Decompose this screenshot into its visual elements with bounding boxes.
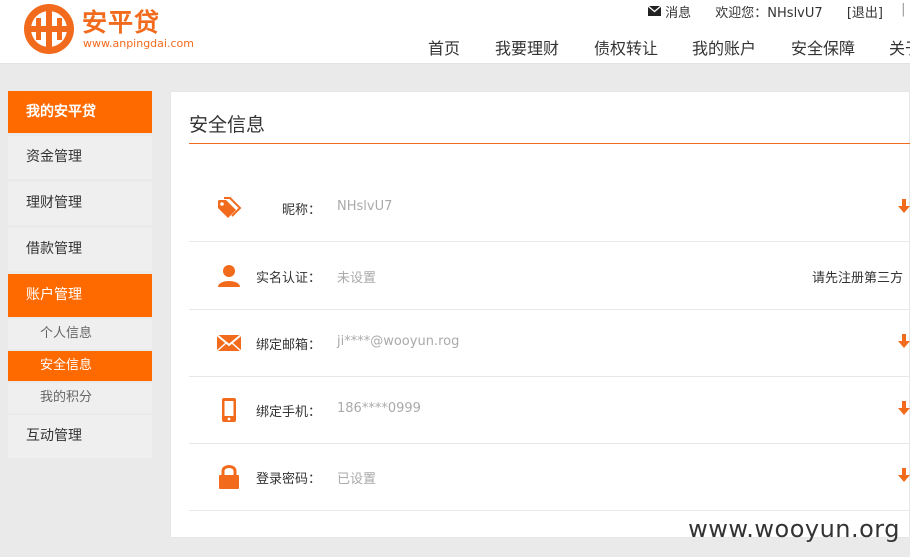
row-phone: 绑定手机： 186****0999 [189,377,910,444]
row-nickname: 昵称： NHslvU7 [189,175,910,242]
sidebar-item-interaction[interactable]: 互动管理 [8,415,152,458]
logout-link[interactable]: [退出] [847,2,883,21]
arrow-down-icon[interactable] [897,399,910,417]
logo-title: 安平贷 [82,8,161,37]
email-value: ji****@wooyun.rog [337,334,460,349]
sidebar-sub-security-info[interactable]: 安全信息 [8,351,152,381]
lock-icon [219,465,239,489]
sidebar-heading[interactable]: 我的安平贷 [8,91,152,133]
sidebar-item-funds[interactable]: 资金管理 [8,136,152,179]
top-bar: 消息 欢迎您：NHslvU7 [退出] | 帮 [648,2,910,21]
envelope-icon[interactable] [648,6,661,16]
row-password: 登录密码： 已设置 [189,444,910,511]
watermark: www.wooyun.org [688,515,900,543]
register-third-party-link[interactable]: 请先注册第三方 [812,267,903,286]
sidebar: 我的安平贷 资金管理 理财管理 借款管理 账户管理 个人信息 安全信息 我的积分… [8,91,152,461]
topbar-separator: | [901,2,906,17]
row-label: 登录密码： [255,472,321,487]
title-divider [189,143,910,144]
phone-value: 186****0999 [337,401,421,416]
welcome-text: 欢迎您：NHslvU7 [715,6,823,21]
nav-about[interactable]: 关于 [889,35,910,59]
page-title: 安全信息 [189,114,266,136]
nav-debt-transfer[interactable]: 债权转让 [594,35,658,59]
nav-my-account[interactable]: 我的账户 [692,35,756,59]
nav-invest[interactable]: 我要理财 [495,35,559,59]
mail-icon [216,334,242,352]
tag-icon [218,197,242,218]
main-nav: 首页 我要理财 债权转让 我的账户 安全保障 关于 [0,35,910,59]
sidebar-sub-personal-info[interactable]: 个人信息 [8,319,152,349]
sidebar-item-account[interactable]: 账户管理 [8,274,152,317]
arrow-down-icon[interactable] [897,332,910,350]
row-email: 绑定邮箱： ji****@wooyun.rog [189,310,910,377]
sidebar-item-loans[interactable]: 借款管理 [8,228,152,271]
nickname-value: NHslvU7 [337,199,393,214]
site-header: 安平贷 www.anpingdai.com 消息 欢迎您：NHslvU7 [退出… [0,0,910,64]
phone-icon [222,398,236,422]
security-panel: 安全信息 昵称： NHslvU7 实名认证： 未设置 请先注册第三方 绑定邮箱：… [170,91,910,538]
sidebar-sub-points[interactable]: 我的积分 [8,383,152,413]
row-label: 绑定手机： [255,405,321,420]
row-label: 昵称： [281,203,321,218]
row-label: 实名认证： [255,271,321,286]
nav-security[interactable]: 安全保障 [791,35,855,59]
password-value: 已设置 [337,472,377,487]
user-icon [218,265,240,287]
row-real-name: 实名认证： 未设置 请先注册第三方 [189,243,910,310]
nav-home[interactable]: 首页 [428,35,460,59]
arrow-down-icon[interactable] [897,466,910,484]
messages-link[interactable]: 消息 [665,2,691,21]
arrow-down-icon[interactable] [897,197,910,215]
sidebar-item-investments[interactable]: 理财管理 [8,182,152,225]
row-label: 绑定邮箱： [255,338,321,353]
real-name-value: 未设置 [337,271,377,286]
